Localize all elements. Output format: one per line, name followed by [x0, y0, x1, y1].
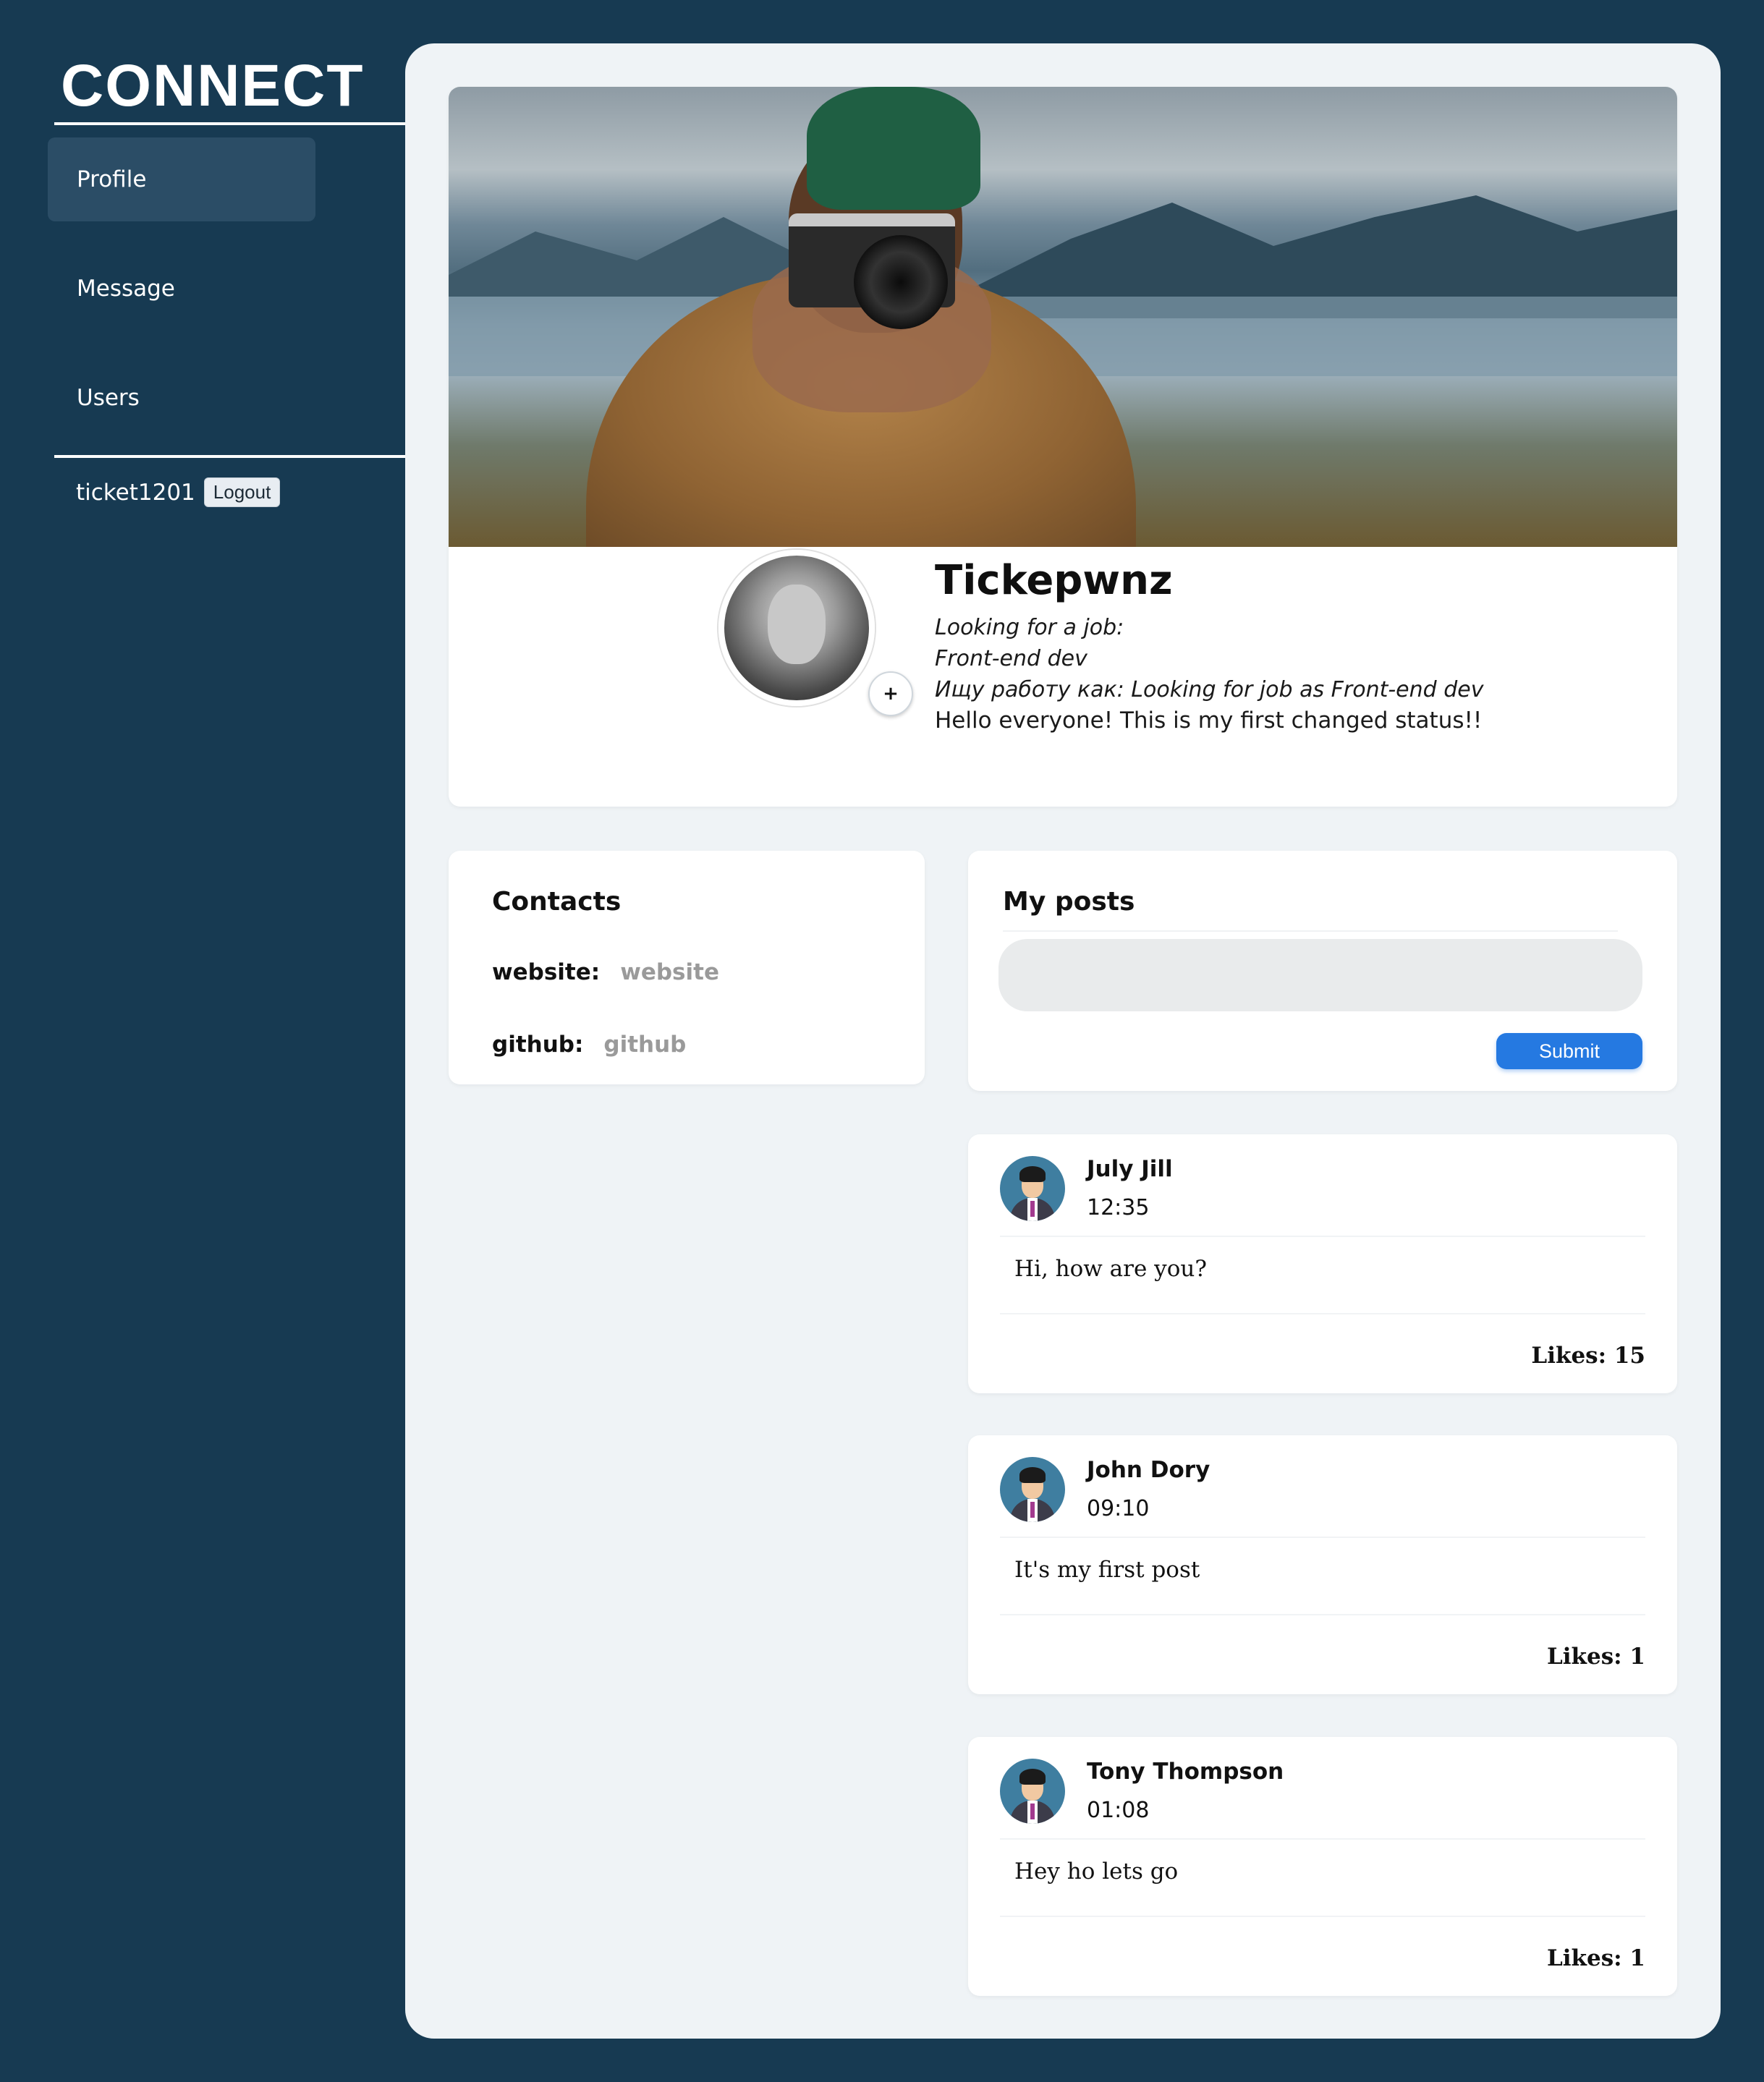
post-time: 12:35 [1087, 1195, 1150, 1220]
post-text: It's my first post [1014, 1557, 1200, 1583]
sidebar: CONNECT Profile Message Users ticket1201… [0, 0, 405, 2082]
main-panel: + Tickepwnz Looking for a job: Front-end… [405, 43, 1721, 2039]
contact-label: github: [492, 1032, 584, 1058]
user-avatar-icon [1000, 1156, 1065, 1221]
new-post-input[interactable] [998, 939, 1642, 1011]
post-likes[interactable]: Likes: 1 [1547, 1945, 1645, 1971]
logout-button[interactable]: Logout [203, 477, 281, 507]
profile-card: + Tickepwnz Looking for a job: Front-end… [449, 87, 1677, 807]
job-seeking-label: Looking for a job: [935, 615, 1124, 640]
current-user: ticket1201 Logout [76, 477, 281, 507]
sidebar-item-label: Profile [77, 166, 147, 192]
contacts-title: Contacts [492, 887, 622, 917]
sidebar-item-label: Users [77, 385, 140, 411]
add-photo-button[interactable]: + [868, 671, 913, 716]
divider [1000, 1313, 1645, 1314]
post-time: 09:10 [1087, 1496, 1150, 1521]
post-author: John Dory [1087, 1457, 1210, 1483]
divider [1000, 1537, 1645, 1538]
contact-value[interactable]: github [603, 1032, 686, 1058]
job-title: Front-end dev [935, 646, 1087, 671]
divider [1000, 1916, 1645, 1917]
user-avatar-icon [1000, 1759, 1065, 1824]
profile-name: Tickepwnz [935, 557, 1173, 604]
post-time: 01:08 [1087, 1798, 1150, 1823]
post-item: July Jill 12:35 Hi, how are you? Likes: … [968, 1134, 1677, 1393]
avatar-face [768, 585, 826, 664]
post-author: July Jill [1087, 1156, 1173, 1182]
my-posts-card: My posts Submit [968, 851, 1677, 1091]
green-beanie [807, 87, 980, 210]
sidebar-item-label: Message [77, 276, 175, 302]
post-item: John Dory 09:10 It's my first post Likes… [968, 1435, 1677, 1694]
profile-status[interactable]: Hello everyone! This is my first changed… [935, 705, 1483, 736]
divider [1000, 1236, 1645, 1237]
camera-lens [854, 235, 948, 329]
app-logo-text: CONNECT [61, 53, 365, 119]
app-logo[interactable]: CONNECT [61, 56, 364, 116]
sidebar-item-profile[interactable]: Profile [48, 137, 315, 221]
profile-info: Looking for a job: Front-end dev Ищу раб… [935, 612, 1483, 736]
sidebar-item-users[interactable]: Users [48, 356, 315, 440]
sidebar-divider-top [54, 122, 405, 125]
username: ticket1201 [76, 479, 195, 506]
post-likes[interactable]: Likes: 15 [1531, 1343, 1645, 1369]
sidebar-divider-bottom [54, 455, 405, 458]
submit-button[interactable]: Submit [1496, 1033, 1642, 1069]
post-item: Tony Thompson 01:08 Hey ho lets go Likes… [968, 1737, 1677, 1996]
plus-icon: + [883, 683, 899, 705]
sidebar-item-message[interactable]: Message [48, 247, 315, 331]
job-description: Ищу работу как: Looking for job as Front… [935, 677, 1484, 702]
post-text: Hi, how are you? [1014, 1256, 1207, 1282]
contact-label: website: [492, 959, 601, 985]
post-text: Hey ho lets go [1014, 1858, 1179, 1885]
divider [1000, 1614, 1645, 1615]
profile-avatar [718, 550, 875, 706]
my-posts-title: My posts [1003, 887, 1135, 917]
post-likes[interactable]: Likes: 1 [1547, 1644, 1645, 1670]
contact-github: github: github [492, 1032, 686, 1058]
contact-value[interactable]: website [620, 959, 719, 985]
user-avatar-icon [1000, 1457, 1065, 1522]
cover-photo [449, 87, 1677, 547]
post-author: Tony Thompson [1087, 1759, 1284, 1785]
contacts-card: Contacts website: website github: github [449, 851, 925, 1084]
divider [1003, 930, 1618, 932]
contact-website: website: website [492, 959, 719, 985]
divider [1000, 1838, 1645, 1840]
